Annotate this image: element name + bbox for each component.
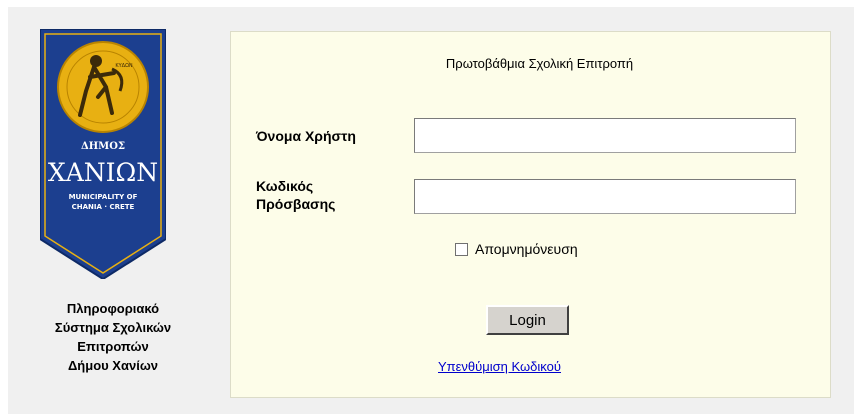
password-reminder-link[interactable]: Υπενθύμιση Κωδικού	[438, 359, 561, 374]
system-title-line3: Επιτροπών	[77, 339, 149, 354]
system-title-line1: Πληροφοριακό	[66, 301, 160, 316]
system-title-line4: Δήμου Χανίων	[67, 358, 159, 373]
municipality-logo: ΔΗΜΟΣ ΧΑΝΙΩΝ MUNICIPALITY OF CHANIA · CR…	[40, 29, 166, 279]
logo-text-en-line2: CHANIA · CRETE	[72, 203, 135, 211]
login-panel-title: Πρωτοβάθμια Σχολική Επιτροπή	[445, 56, 634, 71]
remember-label[interactable]: Απομνημόνευση	[475, 241, 578, 257]
remember-row: Απομνημόνευση	[455, 241, 578, 257]
remember-checkbox[interactable]	[455, 242, 468, 256]
system-title-line2: Σύστημα Σχολικών	[54, 320, 172, 335]
system-title: Πληροφοριακό Σύστημα Σχολικών Επιτροπών …	[8, 299, 218, 375]
branding-column: ΔΗΜΟΣ ΧΑΝΙΩΝ MUNICIPALITY OF CHANIA · CR…	[8, 7, 226, 414]
page-container: ΔΗΜΟΣ ΧΑΝΙΩΝ MUNICIPALITY OF CHANIA · CR…	[8, 7, 854, 414]
password-label-line2: Πρόσβασης	[256, 196, 336, 212]
login-button[interactable]: Login	[486, 305, 569, 335]
username-label: Όνομα Χρήστη	[256, 128, 356, 144]
username-input[interactable]	[414, 118, 796, 153]
login-panel: Πρωτοβάθμια Σχολική Επιτροπή Όνομα Χρήστ…	[230, 31, 831, 398]
password-label: Κωδικός Πρόσβασης	[256, 177, 335, 213]
logo-ring-text: ΚΥΔΩΝ	[115, 63, 133, 69]
logo-text-top: ΔΗΜΟΣ	[81, 141, 125, 152]
logo-text-main: ΧΑΝΙΩΝ	[48, 158, 158, 187]
password-input[interactable]	[414, 179, 796, 214]
password-label-line1: Κωδικός	[256, 178, 314, 194]
logo-text-en-line1: MUNICIPALITY OF	[69, 193, 138, 201]
